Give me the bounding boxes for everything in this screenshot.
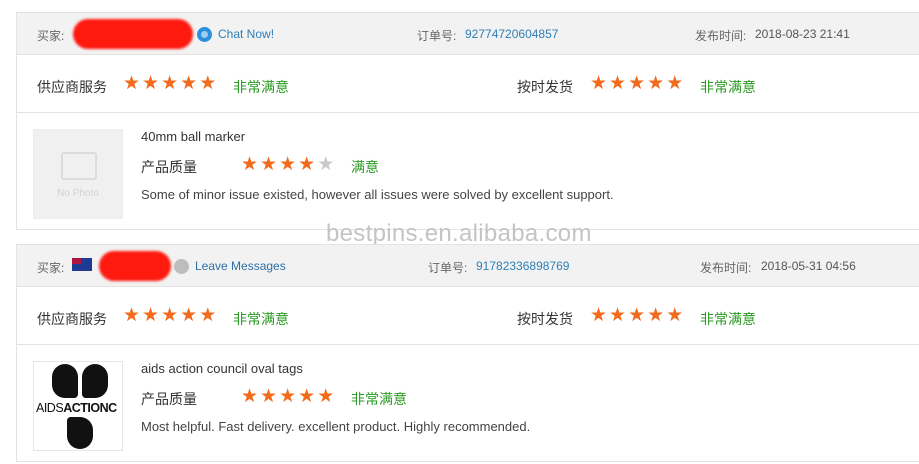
order-number-label: 订单号: (417, 29, 457, 43)
star-filled-icon: ★ (279, 385, 297, 407)
chat-now-link[interactable]: Chat Now! (218, 27, 274, 41)
star-filled-icon: ★ (161, 72, 179, 94)
publish-time: 2018-08-23 21:41 (755, 27, 850, 41)
no-photo-text: No Photo (57, 188, 99, 199)
logo-shape (82, 364, 108, 398)
ontime-delivery-rating: 非常满意 (700, 311, 756, 327)
buyer-label: 买家: (37, 29, 65, 43)
service-ratings-row: 供应商服务 ★ ★ ★ ★ ★ 非常满意 按时发货 ★ ★ ★ ★ ★ 非常满意 (17, 287, 919, 345)
star-filled-icon: ★ (180, 304, 198, 326)
star-filled-icon: ★ (298, 385, 316, 407)
product-quality-rating: 满意 (351, 159, 379, 175)
star-filled-icon: ★ (590, 72, 608, 94)
supplier-service-label: 供应商服务 (37, 311, 107, 327)
logo-shape (52, 364, 78, 398)
supplier-service-label: 供应商服务 (37, 79, 107, 95)
product-thumbnail[interactable]: No Photo (33, 129, 123, 219)
review-card: 买家: Leave Messages 订单号: 91782336898769 发… (16, 244, 919, 462)
star-filled-icon: ★ (590, 304, 608, 326)
supplier-service-stars: ★ ★ ★ ★ ★ (123, 306, 216, 325)
logo-text: AIDSACTIONC (36, 401, 117, 415)
star-filled-icon: ★ (647, 72, 665, 94)
star-filled-icon: ★ (123, 304, 141, 326)
product-review: No Photo 40mm ball marker 产品质量 ★ ★ ★ ★ ★ 满意 … (17, 113, 919, 229)
star-filled-icon: ★ (161, 304, 179, 326)
publish-time-label: 发布时间: (700, 261, 752, 275)
star-filled-icon: ★ (317, 385, 335, 407)
buyer-label: 买家: (37, 261, 65, 275)
supplier-service-stars: ★ ★ ★ ★ ★ (123, 74, 216, 93)
ontime-delivery-stars: ★ ★ ★ ★ ★ (590, 306, 683, 325)
star-filled-icon: ★ (199, 72, 217, 94)
star-filled-icon: ★ (647, 304, 665, 326)
product-thumbnail[interactable]: AIDSACTIONC (33, 361, 123, 451)
product-quality-rating: 非常满意 (351, 391, 407, 407)
star-filled-icon: ★ (260, 385, 278, 407)
star-filled-icon: ★ (123, 72, 141, 94)
star-filled-icon: ★ (260, 153, 278, 175)
star-filled-icon: ★ (666, 304, 684, 326)
star-filled-icon: ★ (142, 304, 160, 326)
redacted-buyer-name (99, 251, 171, 281)
leave-messages-link[interactable]: Leave Messages (195, 259, 286, 273)
product-quality-label: 产品质量 (141, 159, 197, 175)
product-quality-stars: ★ ★ ★ ★ ★ (241, 155, 334, 174)
country-flag-icon (72, 258, 92, 271)
logo-shape (67, 417, 93, 449)
review-header: 买家: Chat Now! 订单号: 92774720604857 发布时间: … (17, 13, 919, 55)
supplier-service-rating: 非常满意 (233, 79, 289, 95)
product-name[interactable]: 40mm ball marker (141, 129, 245, 144)
star-filled-icon: ★ (609, 72, 627, 94)
no-photo-icon (61, 152, 97, 180)
review-comment: Some of minor issue existed, however all… (141, 187, 614, 202)
chat-icon[interactable] (197, 27, 212, 42)
star-filled-icon: ★ (241, 385, 259, 407)
star-filled-icon: ★ (142, 72, 160, 94)
review-header: 买家: Leave Messages 订单号: 91782336898769 发… (17, 245, 919, 287)
product-review: AIDSACTIONC aids action council oval tag… (17, 345, 919, 461)
redacted-buyer-name (73, 19, 193, 49)
service-ratings-row: 供应商服务 ★ ★ ★ ★ ★ 非常满意 按时发货 ★ ★ ★ ★ ★ 非常满意 (17, 55, 919, 113)
product-name[interactable]: aids action council oval tags (141, 361, 303, 376)
star-filled-icon: ★ (628, 72, 646, 94)
supplier-service-rating: 非常满意 (233, 311, 289, 327)
star-filled-icon: ★ (666, 72, 684, 94)
ontime-delivery-stars: ★ ★ ★ ★ ★ (590, 74, 683, 93)
order-number[interactable]: 92774720604857 (465, 27, 558, 41)
star-filled-icon: ★ (199, 304, 217, 326)
publish-time-label: 发布时间: (695, 29, 747, 43)
ontime-delivery-label: 按时发货 (517, 311, 573, 327)
star-empty-icon: ★ (317, 153, 335, 175)
ontime-delivery-label: 按时发货 (517, 79, 573, 95)
star-filled-icon: ★ (279, 153, 297, 175)
review-card: 买家: Chat Now! 订单号: 92774720604857 发布时间: … (16, 12, 919, 230)
star-filled-icon: ★ (628, 304, 646, 326)
product-quality-label: 产品质量 (141, 391, 197, 407)
ontime-delivery-rating: 非常满意 (700, 79, 756, 95)
order-number-label: 订单号: (428, 261, 468, 275)
star-filled-icon: ★ (241, 153, 259, 175)
star-filled-icon: ★ (180, 72, 198, 94)
message-icon[interactable] (174, 259, 189, 274)
star-filled-icon: ★ (609, 304, 627, 326)
star-filled-icon: ★ (298, 153, 316, 175)
order-number[interactable]: 91782336898769 (476, 259, 569, 273)
review-comment: Most helpful. Fast delivery. excellent p… (141, 419, 531, 434)
publish-time: 2018-05-31 04:56 (761, 259, 856, 273)
product-quality-stars: ★ ★ ★ ★ ★ (241, 387, 334, 406)
